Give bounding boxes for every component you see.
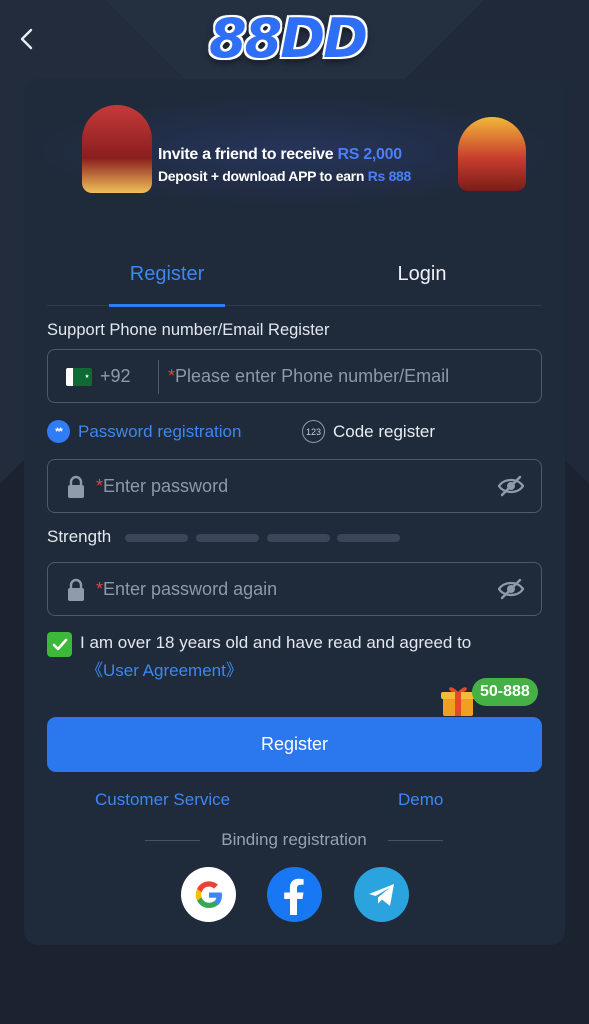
code-register-option[interactable]: 123 Code register (302, 420, 435, 443)
lock-icon (68, 578, 84, 601)
pakistan-flag-icon[interactable] (66, 368, 92, 386)
banner-character-right (458, 117, 526, 191)
google-icon (195, 880, 222, 908)
banner-line-1: Invite a friend to receive RS 2,000 (158, 146, 402, 163)
active-tab-indicator (109, 304, 225, 307)
phone-placeholder: *Please enter Phone number/Email (168, 366, 450, 386)
gift-icon[interactable] (440, 683, 476, 717)
tab-register[interactable]: Register (67, 250, 267, 306)
banner-line-2: Deposit + download APP to earn Rs 888 (158, 168, 412, 184)
password-field[interactable]: *Enter password (47, 459, 542, 513)
tab-login[interactable]: Login (322, 250, 522, 306)
phone-email-field[interactable]: +92 *Please enter Phone number/Email (47, 349, 542, 403)
confirm-password-placeholder: *Enter password again (96, 579, 278, 599)
logo: 88DD (209, 6, 368, 70)
promo-badge[interactable]: 50-888 (472, 678, 538, 706)
binding-registration-divider: Binding registration (145, 830, 443, 852)
password-registration-option[interactable]: ** Password registration (47, 420, 241, 443)
strength-bar (267, 534, 330, 542)
password-placeholder: *Enter password (96, 476, 229, 496)
promo-banner[interactable]: Invite a friend to receive RS 2,000 Depo… (24, 95, 565, 207)
agreement-text: I am over 18 years old and have read and… (80, 633, 472, 652)
divider-line (388, 840, 443, 841)
agreement-checkbox[interactable] (47, 632, 72, 657)
top-bar: 88DD (0, 0, 589, 80)
field-divider (158, 360, 159, 394)
back-button[interactable] (12, 22, 42, 56)
facebook-icon (283, 878, 304, 915)
country-code[interactable]: +92 (100, 366, 131, 387)
facebook-login-button[interactable] (267, 867, 322, 922)
eye-off-icon[interactable] (497, 474, 525, 498)
eye-off-icon[interactable] (497, 577, 525, 601)
check-icon (52, 638, 67, 650)
code-register-label: Code register (333, 421, 436, 441)
customer-service-link[interactable]: Customer Service (95, 790, 230, 810)
register-button[interactable]: Register (47, 717, 542, 772)
phone-field-label: Support Phone number/Email Register (47, 321, 330, 339)
confirm-password-field[interactable]: *Enter password again (47, 562, 542, 616)
demo-link[interactable]: Demo (398, 790, 443, 810)
chevron-left-icon (20, 28, 33, 50)
strength-bar (337, 534, 400, 542)
strength-label: Strength (47, 527, 112, 546)
user-agreement-link[interactable]: 《User Agreement》 (86, 656, 243, 681)
telegram-login-button[interactable] (354, 867, 409, 922)
code-radio-icon: 123 (302, 420, 325, 443)
auth-tabs: Register Login (47, 250, 542, 307)
password-radio-icon: ** (47, 420, 70, 443)
banner-character-left (82, 105, 152, 193)
telegram-icon (368, 883, 394, 906)
google-login-button[interactable] (181, 867, 236, 922)
password-registration-label: Password registration (78, 421, 242, 441)
strength-bar (196, 534, 259, 542)
strength-bar (125, 534, 188, 542)
lock-icon (68, 475, 84, 498)
